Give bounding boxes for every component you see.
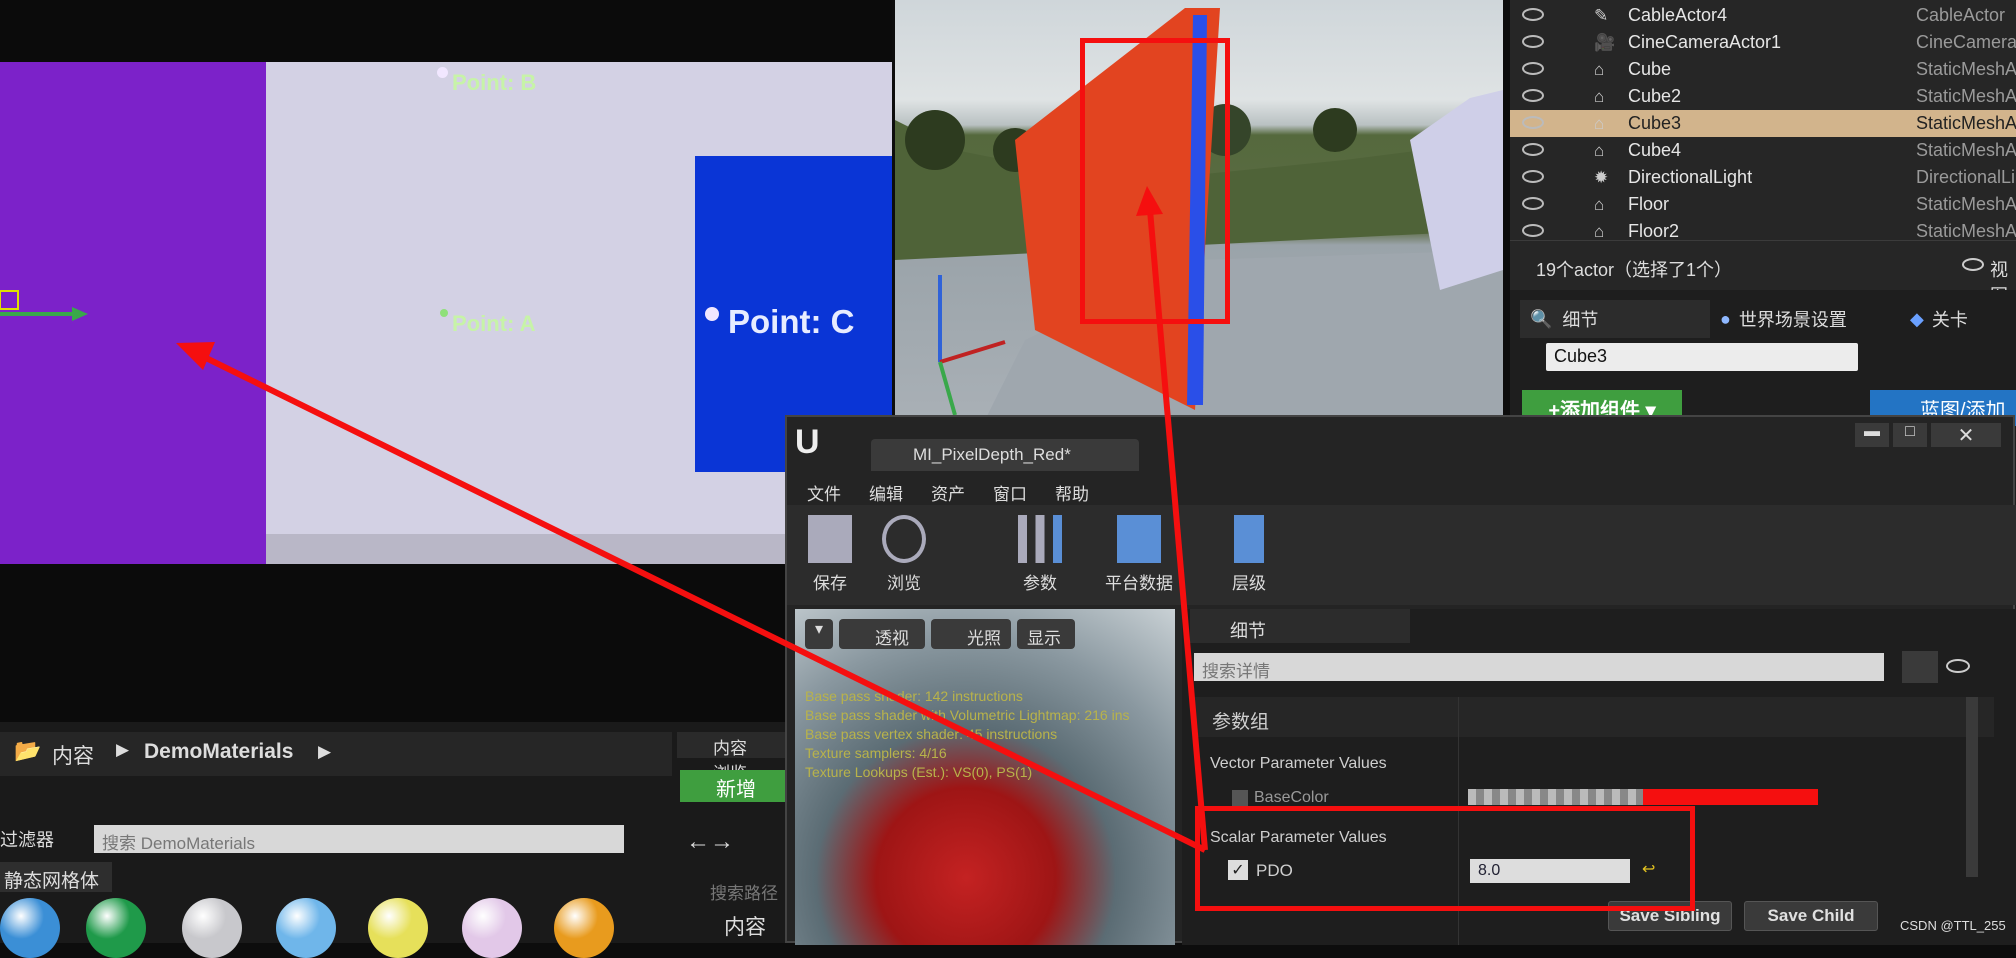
annotation-arrows [176, 186, 1208, 853]
watermark: CSDN @TTL_255 [1900, 918, 2006, 933]
